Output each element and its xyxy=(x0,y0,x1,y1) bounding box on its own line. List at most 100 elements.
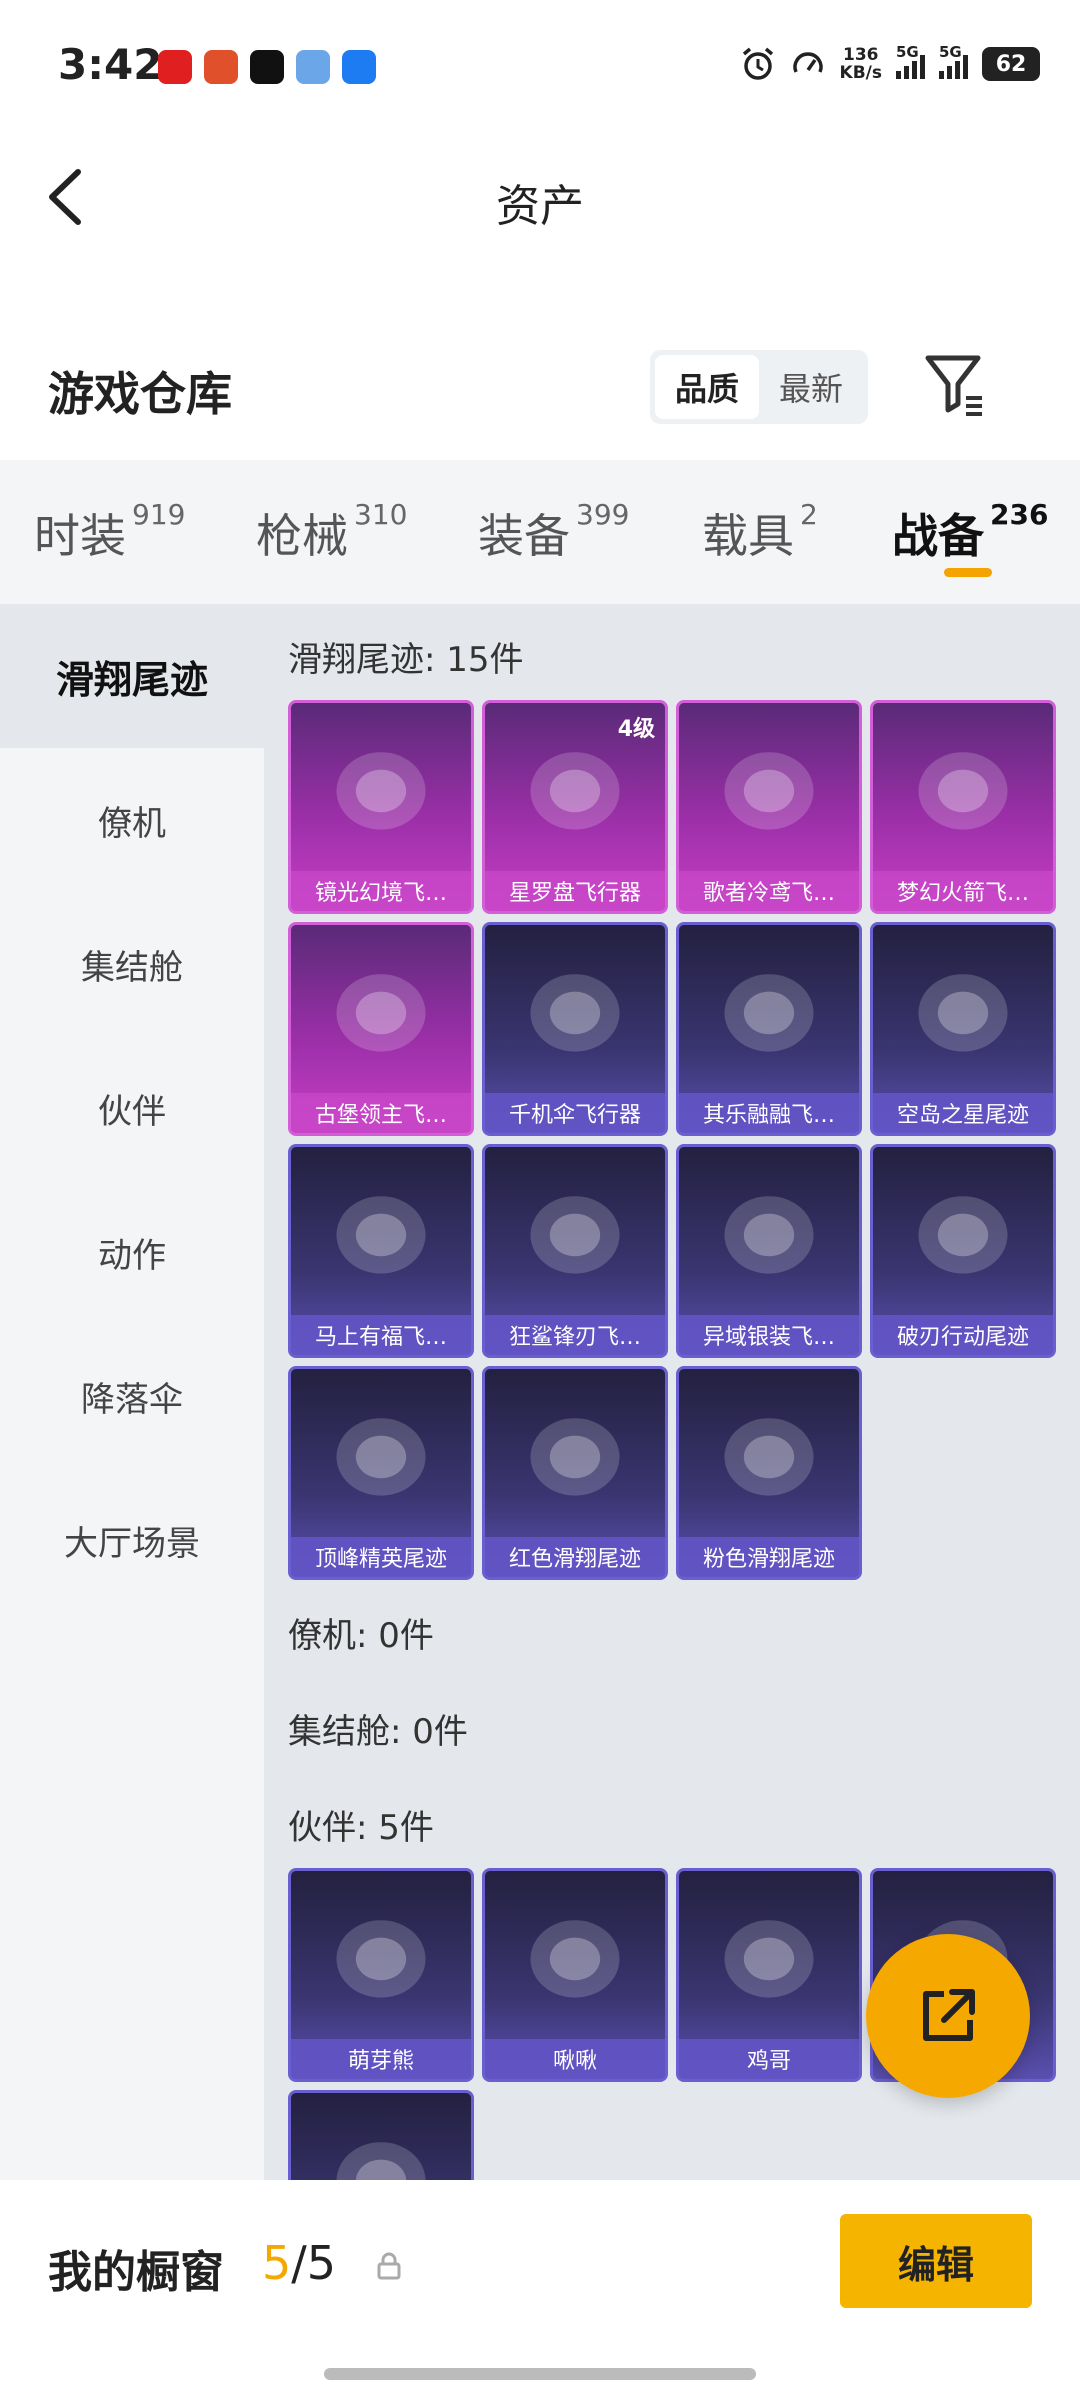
tab-count: 919 xyxy=(132,498,186,531)
item-card[interactable]: 梦幻火箭飞… xyxy=(870,700,1056,914)
tab-fashion[interactable]: 时装 919 xyxy=(34,498,186,566)
sidebar-item-rally-pod[interactable]: 集结舱 xyxy=(0,892,264,1036)
status-time: 3:42 xyxy=(58,40,163,89)
item-card[interactable]: 啾啾 xyxy=(482,1868,668,2082)
category-heading: 伙伴: 5件 xyxy=(288,1808,434,1848)
item-image xyxy=(679,1369,859,1539)
item-label: 顶峰精英尾迹 xyxy=(291,1537,471,1577)
item-card[interactable]: 歌者冷鸢飞… xyxy=(676,700,862,914)
sidebar-item-partner[interactable]: 伙伴 xyxy=(0,1036,264,1180)
status-right: 136 KB/s 5G 5G 62 xyxy=(740,43,1040,82)
item-label: 破刃行动尾迹 xyxy=(873,1315,1053,1355)
item-label: 千机伞飞行器 xyxy=(485,1093,665,1133)
item-card[interactable]: 破刃行动尾迹 xyxy=(870,1144,1056,1358)
item-label: 古堡领主飞… xyxy=(291,1093,471,1133)
home-indicator xyxy=(324,2368,756,2380)
showcase-total: 5 xyxy=(306,2236,337,2290)
item-image xyxy=(291,703,471,873)
category-heading: 集结舱: 0件 xyxy=(288,1712,468,1752)
item-label: 狂鲨锋刃飞… xyxy=(485,1315,665,1355)
item-card[interactable]: 千机伞飞行器 xyxy=(482,922,668,1136)
signal-icon: 5G xyxy=(896,43,925,79)
signal-icon: 5G xyxy=(939,43,968,79)
item-image xyxy=(679,925,859,1095)
item-label: 梦幻火箭飞… xyxy=(873,871,1053,911)
item-image xyxy=(485,1871,665,2041)
sidebar-item-wingman[interactable]: 僚机 xyxy=(0,748,264,892)
item-label: 异域银装飞… xyxy=(679,1315,859,1355)
network-speed-value: 136 xyxy=(843,45,879,65)
item-card[interactable]: 红色滑翔尾迹 xyxy=(482,1366,668,1580)
sort-quality-button[interactable]: 品质 xyxy=(655,355,759,419)
showcase-separator: / xyxy=(291,2236,307,2290)
item-label: 鸡哥 xyxy=(679,2039,859,2079)
battery-level: 62 xyxy=(995,51,1027,77)
item-card[interactable]: 古堡领主飞… xyxy=(288,922,474,1136)
item-label: 歌者冷鸢飞… xyxy=(679,871,859,911)
tab-label: 战备 xyxy=(892,509,984,563)
sidebar-item-parachute[interactable]: 降落伞 xyxy=(0,1324,264,1468)
item-image xyxy=(873,703,1053,873)
page-title: 资产 xyxy=(496,181,584,232)
sidebar-item-glide-trail[interactable]: 滑翔尾迹 xyxy=(0,604,264,748)
item-image xyxy=(485,925,665,1095)
item-card[interactable]: 异域银装飞… xyxy=(676,1144,862,1358)
sidebar-item-emote[interactable]: 动作 xyxy=(0,1180,264,1324)
item-card[interactable]: 萌芽熊 xyxy=(288,1868,474,2082)
tab-label: 载具 xyxy=(702,509,794,563)
showcase-count: 5/5 xyxy=(262,2236,336,2290)
speedometer-icon xyxy=(792,52,823,73)
item-card[interactable]: 空岛之星尾迹 xyxy=(870,922,1056,1136)
network-speed: 136 KB/s xyxy=(840,46,882,82)
item-card[interactable]: 粉色滑翔尾迹 xyxy=(676,1366,862,1580)
app-notification-icon xyxy=(158,50,192,84)
item-image xyxy=(679,1871,859,2041)
item-label: 镜光幻境飞… xyxy=(291,871,471,911)
item-label: 粉色滑翔尾迹 xyxy=(679,1537,859,1577)
item-label: 红色滑翔尾迹 xyxy=(485,1537,665,1577)
tab-vehicles[interactable]: 载具 2 xyxy=(702,498,818,566)
item-card[interactable]: 马上有福飞… xyxy=(288,1144,474,1358)
app-notification-icon xyxy=(204,50,238,84)
tab-count: 310 xyxy=(354,498,408,531)
tab-guns[interactable]: 枪械 310 xyxy=(256,498,408,566)
notification-icons xyxy=(158,50,376,84)
item-image xyxy=(679,1147,859,1317)
warehouse-title: 游戏仓库 xyxy=(48,367,232,421)
item-label: 星罗盘飞行器 xyxy=(485,871,665,911)
share-button[interactable] xyxy=(866,1934,1030,2098)
edit-button[interactable]: 编辑 xyxy=(840,2214,1032,2308)
tab-equipment[interactable]: 装备 399 xyxy=(478,498,629,566)
network-type: 5G xyxy=(939,43,962,61)
tab-readiness[interactable]: 战备 236 xyxy=(892,498,1048,566)
item-label: 空岛之星尾迹 xyxy=(873,1093,1053,1133)
sidebar-item-lobby-scene[interactable]: 大厅场景 xyxy=(0,1468,264,1612)
showcase-bar: 我的橱窗 5/5 编辑 xyxy=(0,2180,1080,2400)
glide-trail-grid: 镜光幻境飞… 4级星罗盘飞行器 歌者冷鸢飞… 梦幻火箭飞… 古堡领主飞… 千机伞飞行器 其乐… xyxy=(288,700,1056,1580)
item-card[interactable]: 狂鲨锋刃飞… xyxy=(482,1144,668,1358)
item-image xyxy=(291,2093,471,2180)
category-heading: 滑翔尾迹: 15件 xyxy=(288,640,524,680)
tab-label: 枪械 xyxy=(256,509,348,563)
item-card[interactable]: 其乐融融飞… xyxy=(676,922,862,1136)
item-image xyxy=(291,1871,471,2041)
showcase-label: 我的橱窗 xyxy=(48,2247,224,2298)
item-card[interactable]: 顶峰精英尾迹 xyxy=(288,1366,474,1580)
item-label: 啾啾 xyxy=(485,2039,665,2079)
item-image xyxy=(291,925,471,1095)
item-image xyxy=(485,1369,665,1539)
item-level-badge: 4级 xyxy=(617,717,655,742)
item-card[interactable]: 4级星罗盘飞行器 xyxy=(482,700,668,914)
item-image xyxy=(679,703,859,873)
item-label: 马上有福飞… xyxy=(291,1315,471,1355)
status-bar: 3:42 136 KB/s 5G 5G 62 xyxy=(0,0,1080,140)
item-image xyxy=(485,1147,665,1317)
tab-label: 装备 xyxy=(478,509,570,563)
filter-icon[interactable] xyxy=(920,350,990,420)
category-heading: 僚机: 0件 xyxy=(288,1616,434,1656)
item-card[interactable] xyxy=(288,2090,474,2180)
tab-count: 2 xyxy=(800,498,818,531)
item-card[interactable]: 鸡哥 xyxy=(676,1868,862,2082)
sort-newest-button[interactable]: 最新 xyxy=(759,355,863,419)
item-card[interactable]: 镜光幻境飞… xyxy=(288,700,474,914)
